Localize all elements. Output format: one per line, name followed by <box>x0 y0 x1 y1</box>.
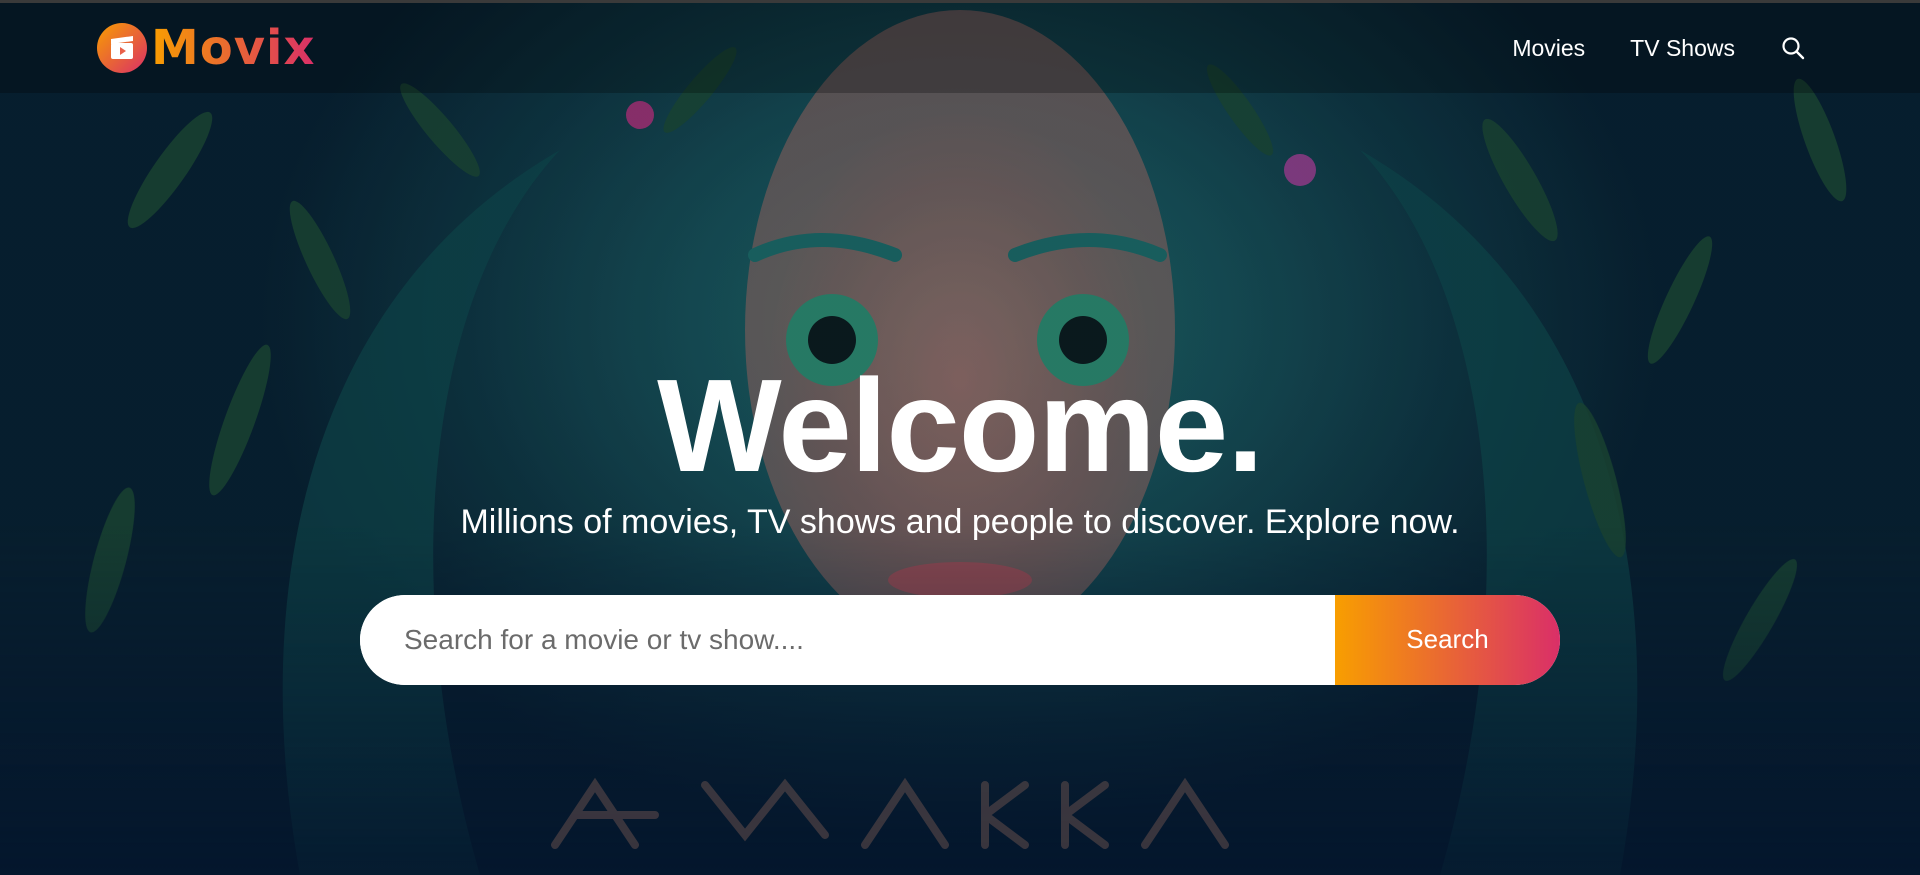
logo-text: Movix <box>151 20 316 76</box>
search-button[interactable]: Search <box>1335 594 1560 685</box>
search-input[interactable] <box>360 594 1335 685</box>
nav-movies[interactable]: Movies <box>1512 35 1585 62</box>
clapperboard-icon <box>97 23 147 73</box>
hero-content: Welcome. Millions of movies, TV shows an… <box>0 360 1920 685</box>
main-nav: Movies TV Shows <box>1512 35 1806 62</box>
site-header: Movix Movies TV Shows <box>0 3 1920 93</box>
hero-subtitle: Millions of movies, TV shows and people … <box>460 503 1460 541</box>
hero-search-bar: Search <box>360 594 1560 685</box>
nav-tv-shows[interactable]: TV Shows <box>1630 35 1735 62</box>
page: Movix Movies TV Shows Welcome. Millions … <box>0 0 1920 875</box>
movie-title-artwork <box>545 765 1265 860</box>
hero-title: Welcome. <box>657 352 1264 499</box>
logo[interactable]: Movix <box>97 23 315 73</box>
search-icon[interactable] <box>1780 35 1806 61</box>
